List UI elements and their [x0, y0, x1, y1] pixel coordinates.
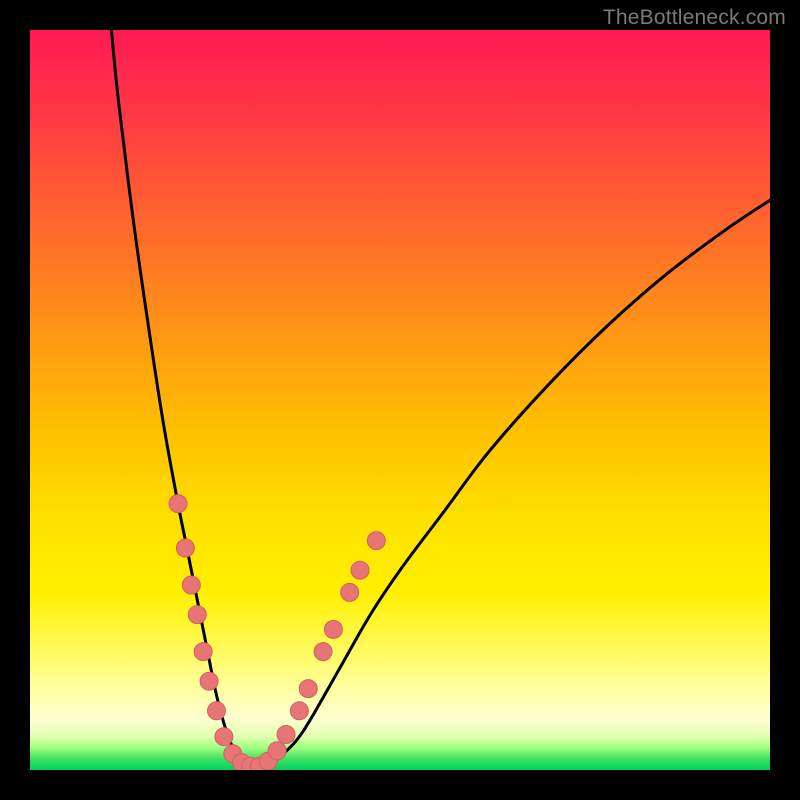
data-markers: [169, 495, 385, 770]
data-marker: [182, 576, 200, 594]
data-marker: [207, 702, 225, 720]
watermark-text: TheBottleneck.com: [603, 6, 786, 30]
data-marker: [277, 725, 295, 743]
data-marker: [200, 672, 218, 690]
data-marker: [169, 495, 187, 513]
data-marker: [324, 620, 342, 638]
data-marker: [188, 606, 206, 624]
data-marker: [341, 583, 359, 601]
data-marker: [314, 643, 332, 661]
data-marker: [215, 728, 233, 746]
data-marker: [299, 680, 317, 698]
chart-frame: TheBottleneck.com: [0, 0, 800, 800]
data-marker: [367, 532, 385, 550]
chart-svg: [30, 30, 770, 770]
plot-area: [30, 30, 770, 770]
data-marker: [176, 539, 194, 557]
data-marker: [290, 702, 308, 720]
data-marker: [268, 742, 286, 760]
data-marker: [194, 643, 212, 661]
data-marker: [351, 561, 369, 579]
